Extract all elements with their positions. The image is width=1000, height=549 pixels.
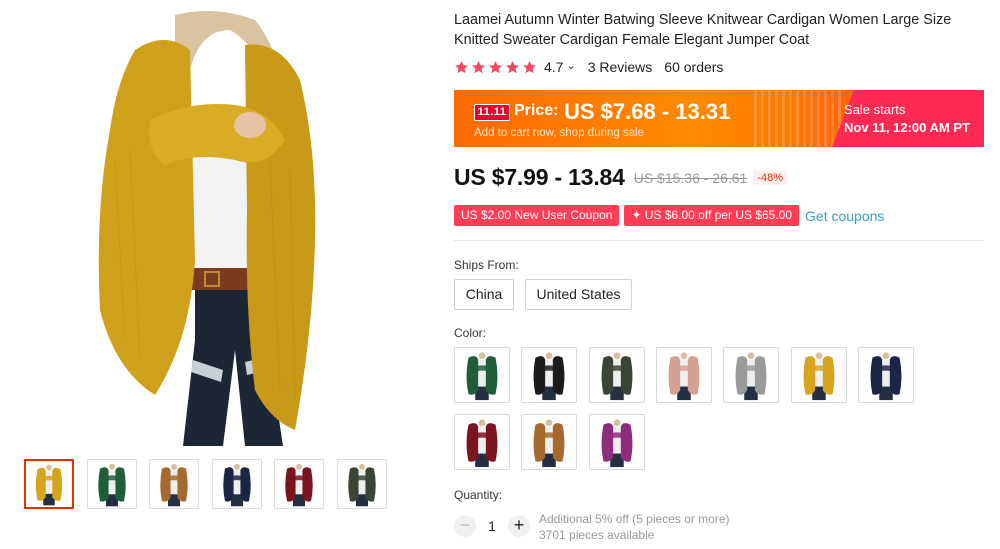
color-swatch[interactable] <box>723 347 779 403</box>
main-product-image[interactable] <box>95 10 320 446</box>
store-coupon[interactable]: ✦ US $6.00 off per US $65.00 <box>624 205 800 226</box>
ships-from-label: Ships From: <box>454 258 519 272</box>
rating-row: 4.7 ⌄ 3 Reviews 60 orders <box>454 57 723 77</box>
thumbnail-image[interactable] <box>212 459 262 509</box>
orders-count: 60 orders <box>664 59 724 75</box>
divider <box>454 240 984 241</box>
product-title: Laamei Autumn Winter Batwing Sleeve Knit… <box>454 12 952 48</box>
color-swatch[interactable] <box>656 347 712 403</box>
star-icon <box>523 60 536 73</box>
star-icon <box>472 60 485 73</box>
original-price: US $15.36 - 26.61 <box>633 169 748 186</box>
stock-available: 3701 pieces available <box>539 528 655 542</box>
color-swatch[interactable] <box>521 414 577 470</box>
color-swatch[interactable] <box>858 347 914 403</box>
rating-value: 4.7 <box>544 59 564 75</box>
sale-banner: 11.11 Price: US $7.68 - 13.31 Add to car… <box>454 90 984 147</box>
star-icon <box>455 60 468 73</box>
thumbnail-image[interactable] <box>149 459 199 509</box>
sale-11-11-badge: 11.11 <box>474 104 510 121</box>
thumbnail-image[interactable] <box>24 459 74 509</box>
star-icon <box>489 60 502 73</box>
color-swatch[interactable] <box>589 347 645 403</box>
quantity-decrease-button[interactable]: − <box>454 515 476 537</box>
thumbnail-image[interactable] <box>337 459 387 509</box>
thumbnail-image[interactable] <box>274 459 324 509</box>
banner-sale-panel <box>832 90 984 147</box>
color-label: Color: <box>454 326 487 340</box>
sale-start-date: Nov 11, 12:00 AM PT <box>844 120 970 135</box>
new-user-coupon[interactable]: US $2.00 New User Coupon <box>454 205 620 226</box>
quantity-increase-button[interactable]: + <box>508 515 530 537</box>
price-row: US $7.99 - 13.84 US $15.36 - 26.61 -48% <box>454 164 788 191</box>
quantity-label: Quantity: <box>454 488 503 502</box>
cardigan-model-image <box>95 10 320 446</box>
quantity-input[interactable]: 1 <box>486 518 498 534</box>
color-swatch[interactable] <box>521 347 577 403</box>
thumbnail-image[interactable] <box>87 459 137 509</box>
star-icon <box>506 60 519 73</box>
banner-price: US $7.68 - 13.31 <box>564 99 731 124</box>
banner-decoration <box>754 90 844 147</box>
color-swatch[interactable] <box>791 347 847 403</box>
coupon-row: US $2.00 New User Coupon ✦ US $6.00 off … <box>454 205 884 226</box>
color-swatch[interactable] <box>589 414 645 470</box>
rating-stars <box>454 60 537 75</box>
color-swatch[interactable] <box>454 347 510 403</box>
bulk-discount-note: Additional 5% off (5 pieces or more) <box>539 512 730 526</box>
ship-option-china[interactable]: China <box>454 279 514 310</box>
rating-chevron-icon[interactable]: ⌄ <box>566 59 575 72</box>
ship-option-united-states[interactable]: United States <box>525 279 632 310</box>
banner-subtext: Add to cart now, shop during sale <box>474 127 645 139</box>
discount-badge: -48% <box>753 170 788 185</box>
reviews-link[interactable]: 3 Reviews <box>588 59 653 75</box>
banner-price-label: Price: <box>514 102 559 119</box>
current-price: US $7.99 - 13.84 <box>454 164 625 190</box>
color-swatch[interactable] <box>454 414 510 470</box>
get-coupons-link[interactable]: Get coupons <box>805 208 884 224</box>
sale-starts-label: Sale starts <box>844 102 906 117</box>
